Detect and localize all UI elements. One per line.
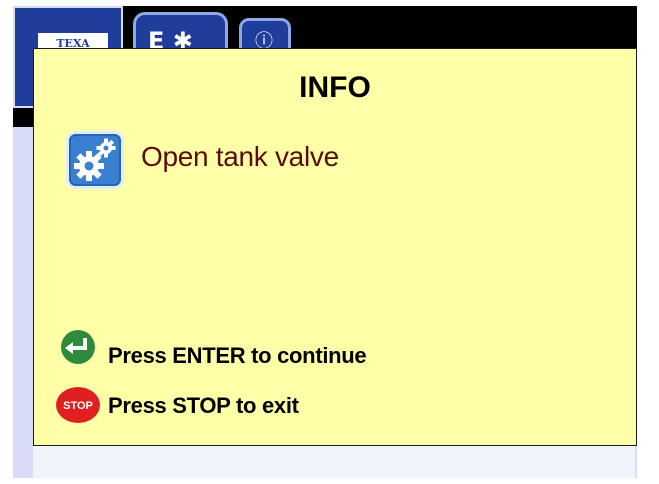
screen: TEXA E ✱ ⓘ INFO Open tank valve Press EN… — [0, 0, 659, 484]
message-text: Open tank valve — [141, 141, 339, 172]
stop-icon: STOP — [56, 387, 100, 423]
content-strip — [33, 445, 635, 478]
dialog-title: INFO — [299, 71, 371, 104]
info-dialog: INFO Open tank valve Press ENTER to cont… — [33, 48, 637, 446]
enter-icon — [61, 330, 95, 364]
gears-icon — [66, 131, 124, 189]
enter-hint-label: Press ENTER to continue — [108, 343, 367, 368]
svg-text:STOP: STOP — [63, 400, 93, 412]
stop-hint-label: Press STOP to exit — [108, 393, 299, 418]
